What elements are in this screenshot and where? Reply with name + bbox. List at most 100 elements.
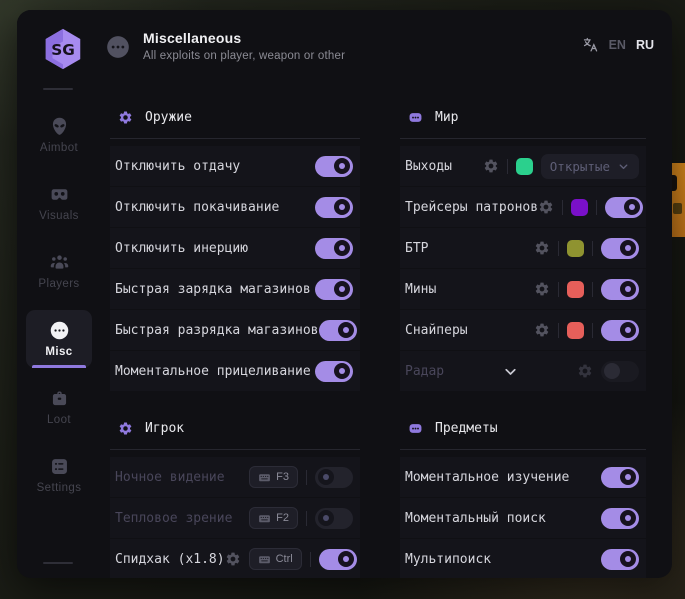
row-settings-gear-icon[interactable] xyxy=(534,281,550,297)
cheat-menu-window: SG AimbotVisualsPlayersMiscLootSettings … xyxy=(17,10,672,578)
toggle-switch[interactable] xyxy=(601,320,639,341)
row-controls: F2 xyxy=(249,507,353,529)
control-separator xyxy=(592,241,593,256)
keyboard-icon xyxy=(258,553,271,566)
row-settings-gear-icon[interactable] xyxy=(534,240,550,256)
feature-row: Отключить покачивание xyxy=(110,187,360,227)
toggle-switch[interactable] xyxy=(601,467,639,488)
keybind-label: F3 xyxy=(276,471,289,483)
sidebar-item-aimbot[interactable]: Aimbot xyxy=(26,106,92,164)
keybind-badge[interactable]: F3 xyxy=(249,466,298,488)
sidebar-item-label: Loot xyxy=(47,414,71,426)
sidebar-item-label: Players xyxy=(38,278,79,290)
background-game-scene xyxy=(671,163,685,237)
row-controls xyxy=(319,320,357,341)
toggle-knob xyxy=(620,510,636,526)
color-swatch[interactable] xyxy=(567,322,584,339)
row-settings-gear-icon[interactable] xyxy=(225,551,241,567)
briefcase-icon xyxy=(49,388,70,409)
toggle-switch[interactable] xyxy=(601,361,639,382)
chevron-down-icon xyxy=(617,160,630,173)
toggle-switch[interactable] xyxy=(315,467,353,488)
toggle-switch[interactable] xyxy=(601,238,639,259)
feature-label: Радар xyxy=(405,364,444,379)
row-controls: Открытые xyxy=(483,154,639,179)
feature-row: Радар xyxy=(400,351,646,391)
control-separator xyxy=(306,470,307,485)
feature-label: Снайперы xyxy=(405,323,468,338)
feature-row: Моментальное прицеливание xyxy=(110,351,360,391)
sidebar-item-misc[interactable]: Misc xyxy=(26,310,92,368)
row-controls xyxy=(315,197,353,218)
row-settings-gear-icon[interactable] xyxy=(534,322,550,338)
row-controls xyxy=(534,238,639,259)
feature-row: Тепловое зрение F2 xyxy=(110,498,360,538)
toggle-knob xyxy=(318,510,334,526)
row-controls xyxy=(315,279,353,300)
toggle-switch[interactable] xyxy=(601,549,639,570)
section: ИгрокНочное видениеF3Тепловое зрениеF2Сп… xyxy=(110,413,360,578)
feature-row: Отключить отдачу xyxy=(110,146,360,186)
toggle-knob xyxy=(620,281,636,297)
sidebar-item-label: Settings xyxy=(37,482,82,494)
row-settings-gear-icon[interactable] xyxy=(483,158,499,174)
section-divider xyxy=(110,138,360,139)
control-separator xyxy=(596,200,597,215)
feature-row: Мультипоиск xyxy=(400,539,646,578)
keyboard-icon xyxy=(258,512,271,525)
section-title: Оружие xyxy=(145,110,192,125)
expand-chevron-icon[interactable] xyxy=(502,363,519,380)
sidebar-item-visuals[interactable]: Visuals xyxy=(26,174,92,232)
section-divider xyxy=(110,449,360,450)
app-logo-cube-icon: SG xyxy=(40,26,86,72)
row-controls xyxy=(538,197,643,218)
feature-row: Спидхак (x1.8)Ctrl xyxy=(110,539,360,578)
toggle-switch[interactable] xyxy=(315,508,353,529)
section: МирВыходыОткрытыеТрейсеры патроновБТРМин… xyxy=(400,102,646,392)
toggle-knob xyxy=(620,240,636,256)
control-separator xyxy=(310,552,311,567)
toggle-switch[interactable] xyxy=(315,197,353,218)
toggle-switch[interactable] xyxy=(315,156,353,177)
control-separator xyxy=(558,323,559,338)
toggle-switch[interactable] xyxy=(601,508,639,529)
sidebar-item-players[interactable]: Players xyxy=(26,242,92,300)
toggle-switch[interactable] xyxy=(319,549,357,570)
color-swatch[interactable] xyxy=(516,158,533,175)
keybind-badge[interactable]: F2 xyxy=(249,507,298,529)
content-column-left: Оружие Отключить отдачуОтключить покачива… xyxy=(110,10,360,578)
row-controls xyxy=(315,238,353,259)
feature-row: Трейсеры патронов xyxy=(400,187,646,227)
feature-label: БТР xyxy=(405,241,428,256)
toggle-switch[interactable] xyxy=(601,279,639,300)
toggle-knob xyxy=(624,199,640,215)
toggle-switch[interactable] xyxy=(315,279,353,300)
color-swatch[interactable] xyxy=(571,199,588,216)
feature-label: Быстрая разрядка магазинов xyxy=(115,323,319,338)
dropdown[interactable]: Открытые xyxy=(541,154,639,179)
sidebar: SG Aimbot Visuals Players Misc Loot Settings xyxy=(17,10,107,578)
row-settings-gear-icon[interactable] xyxy=(538,199,554,215)
toggle-switch[interactable] xyxy=(319,320,357,341)
keyboard-icon xyxy=(258,471,271,484)
row-controls xyxy=(577,361,639,382)
ellipsis-circle-icon xyxy=(49,320,70,341)
toggle-switch[interactable] xyxy=(605,197,643,218)
sidebar-item-settings[interactable]: Settings xyxy=(26,446,92,504)
sidebar-item-loot[interactable]: Loot xyxy=(26,378,92,436)
row-settings-gear-icon[interactable] xyxy=(577,363,593,379)
keybind-label: Ctrl xyxy=(276,553,293,565)
feature-label: Тепловое зрение xyxy=(115,511,232,526)
row-controls xyxy=(315,361,353,382)
color-swatch[interactable] xyxy=(567,240,584,257)
section-title: Предметы xyxy=(435,421,498,436)
toggle-switch[interactable] xyxy=(315,361,353,382)
section-header: Оружие xyxy=(110,102,360,132)
section-gear-icon xyxy=(118,421,133,436)
color-swatch[interactable] xyxy=(567,281,584,298)
feature-label: Моментальное изучение xyxy=(405,470,569,485)
section-chip-icon xyxy=(408,421,423,436)
svg-text:SG: SG xyxy=(51,41,75,59)
toggle-switch[interactable] xyxy=(315,238,353,259)
keybind-badge[interactable]: Ctrl xyxy=(249,548,302,570)
